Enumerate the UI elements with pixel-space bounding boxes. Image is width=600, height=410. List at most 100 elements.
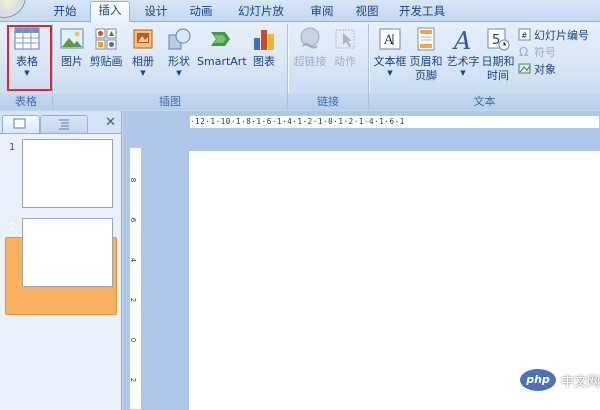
tab-developer[interactable]: 开发工具 (399, 3, 445, 22)
tab-animations[interactable]: 动画 (188, 3, 214, 22)
shapes-label: 形状 (168, 55, 190, 68)
header-footer-icon (413, 26, 439, 52)
action-icon (332, 26, 358, 52)
album-label: 相册 (132, 55, 154, 68)
datetime-label-1: 日期和 (481, 55, 515, 68)
slide-thumbnail-1[interactable] (22, 139, 113, 208)
chart-label: 图表 (253, 55, 275, 68)
group-title-text: 文本 (369, 93, 600, 110)
ruler-label: 6 (129, 217, 138, 223)
tab-slides[interactable] (2, 115, 40, 133)
symbol-label: 符号 (534, 46, 556, 59)
chart-button[interactable]: 图表 (249, 24, 279, 69)
dropdown-arrow-icon: ▼ (460, 69, 466, 77)
ribbon-tab-bar: 开始 插入 设计 动画 幻灯片放映 审阅 视图 开发工具 (0, 0, 600, 35)
table-button-label: 表格 (16, 55, 38, 68)
dropdown-arrow-icon: ▼ (140, 69, 146, 77)
table-button[interactable]: 表格 ▼ (10, 24, 44, 77)
smartart-label: SmartArt (197, 55, 247, 68)
ruler-label: 8 (129, 177, 138, 183)
dropdown-arrow-icon: ▼ (176, 69, 182, 77)
clipart-label: 剪贴画 (89, 55, 123, 68)
slide-number-button[interactable]: # 幻灯片编号 (518, 27, 589, 44)
calendar-icon: 5 (485, 26, 511, 52)
outline-icon (59, 119, 69, 130)
panel-tabs: ✕ (0, 113, 122, 133)
textbox-icon: A (377, 26, 403, 52)
tab-review[interactable]: 审阅 (309, 3, 335, 22)
ribbon: 表格 ▼ 表格 图片 剪贴画 相册 ▼ 形状 ▼ SmartArt 图表 插图 … (0, 22, 600, 110)
ruler-label: 2 (129, 377, 138, 383)
object-button[interactable]: 对象 (518, 61, 556, 78)
svg-text:A: A (452, 27, 471, 52)
slide-thumbnail-icon (13, 118, 26, 129)
tab-outline[interactable] (40, 115, 88, 133)
group-tables: 表格 ▼ 表格 (0, 22, 52, 110)
group-links: 超链接 动作 链接 (288, 22, 368, 110)
vertical-ruler: 8 6 4 2 0 2 (129, 147, 142, 410)
slide-thumbnail-2[interactable] (22, 218, 113, 287)
photo-album-icon (130, 26, 156, 52)
shapes-icon (166, 26, 192, 52)
dropdown-arrow-icon: ▼ (24, 69, 30, 77)
watermark: php 中文网 (520, 368, 600, 392)
header-footer-label-2: 页脚 (415, 69, 437, 82)
ruler-label: 4 (129, 257, 138, 263)
ruler-label: 2 (129, 297, 138, 303)
close-icon[interactable]: ✕ (105, 115, 116, 130)
object-label: 对象 (534, 63, 556, 76)
table-icon (14, 26, 40, 52)
slide-number: 2 (9, 222, 16, 233)
dropdown-arrow-icon: ▼ (387, 69, 393, 77)
slide-number-label: 幻灯片编号 (534, 29, 589, 42)
wordart-button[interactable]: A 艺术字 ▼ (445, 24, 481, 77)
action-button[interactable]: 动作 (330, 24, 360, 69)
clipart-button[interactable]: 剪贴画 (89, 24, 123, 69)
slides-panel: ✕ 1 2 (0, 111, 122, 410)
shapes-button[interactable]: 形状 ▼ (163, 24, 195, 77)
textbox-button[interactable]: A 文本框 ▼ (372, 24, 408, 77)
picture-button[interactable]: 图片 (57, 24, 87, 69)
ruler-label: 0 (129, 337, 138, 343)
omega-icon: Ω (518, 45, 531, 59)
picture-label: 图片 (61, 55, 83, 68)
datetime-label-2: 时间 (487, 69, 509, 82)
hyperlink-label: 超链接 (293, 55, 327, 68)
slide-thumbnails: 1 2 (0, 133, 121, 410)
wordart-label: 艺术字 (446, 55, 480, 68)
tab-home[interactable]: 开始 (52, 3, 78, 22)
picture-icon (59, 26, 85, 52)
php-logo: php (520, 369, 556, 391)
album-button[interactable]: 相册 ▼ (127, 24, 159, 77)
tab-design[interactable]: 设计 (143, 3, 169, 22)
header-footer-label-1: 页眉和 (409, 55, 443, 68)
textbox-label: 文本框 (373, 55, 407, 68)
object-icon (518, 62, 531, 75)
group-title-tables: 表格 (0, 93, 52, 110)
wordart-icon: A (450, 26, 476, 55)
slide-number: 1 (9, 142, 16, 153)
tab-insert[interactable]: 插入 (90, 1, 130, 23)
tab-slideshow[interactable]: 幻灯片放映 (233, 3, 289, 35)
slide-number-icon: # (518, 28, 531, 41)
clipart-icon (93, 26, 119, 52)
watermark-text: 中文网 (561, 374, 600, 390)
group-title-illustrations: 插图 (53, 93, 287, 110)
group-title-links: 链接 (288, 93, 368, 110)
datetime-button[interactable]: 5 日期和 时间 (481, 24, 515, 83)
hyperlink-button[interactable]: 超链接 (291, 24, 329, 69)
group-illustrations: 图片 剪贴画 相册 ▼ 形状 ▼ SmartArt 图表 插图 (53, 22, 287, 110)
smartart-icon (208, 26, 234, 52)
office-button[interactable] (0, 0, 26, 18)
action-label: 动作 (334, 55, 356, 68)
svg-text:A: A (383, 33, 394, 48)
symbol-button[interactable]: Ω 符号 (518, 44, 556, 61)
hyperlink-icon (297, 26, 323, 52)
bar-chart-icon (251, 26, 277, 52)
smartart-button[interactable]: SmartArt (197, 24, 247, 69)
horizontal-ruler: ·12·1·10·1·8·1·6·1·4·1·2·1·0·1·2·1·4·1·6… (189, 115, 600, 129)
slide-editing-area: ·12·1·10·1·8·1·6·1·4·1·2·1·0·1·2·1·4·1·6… (123, 111, 600, 410)
tab-view[interactable]: 视图 (354, 3, 380, 22)
svg-text:Ω: Ω (519, 45, 528, 58)
header-footer-button[interactable]: 页眉和 页脚 (409, 24, 443, 83)
